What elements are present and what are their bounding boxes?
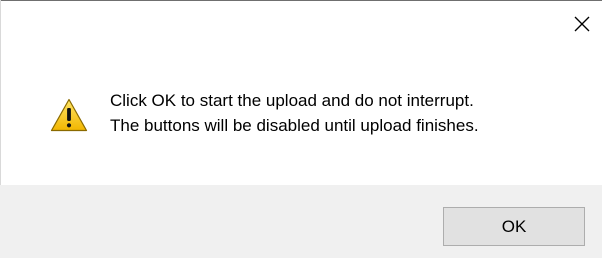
close-button[interactable]	[562, 4, 602, 44]
message-area: Click OK to start the upload and do not …	[50, 88, 479, 138]
message-line-1: Click OK to start the upload and do not …	[110, 91, 474, 110]
close-icon	[574, 16, 590, 32]
button-bar: OK	[0, 185, 602, 258]
warning-triangle-icon	[50, 98, 88, 132]
ok-button[interactable]: OK	[443, 207, 585, 246]
message-text: Click OK to start the upload and do not …	[110, 88, 479, 138]
window-top-border	[0, 0, 602, 1]
message-line-2: The buttons will be disabled until uploa…	[110, 116, 479, 135]
message-dialog: Click OK to start the upload and do not …	[0, 0, 602, 258]
